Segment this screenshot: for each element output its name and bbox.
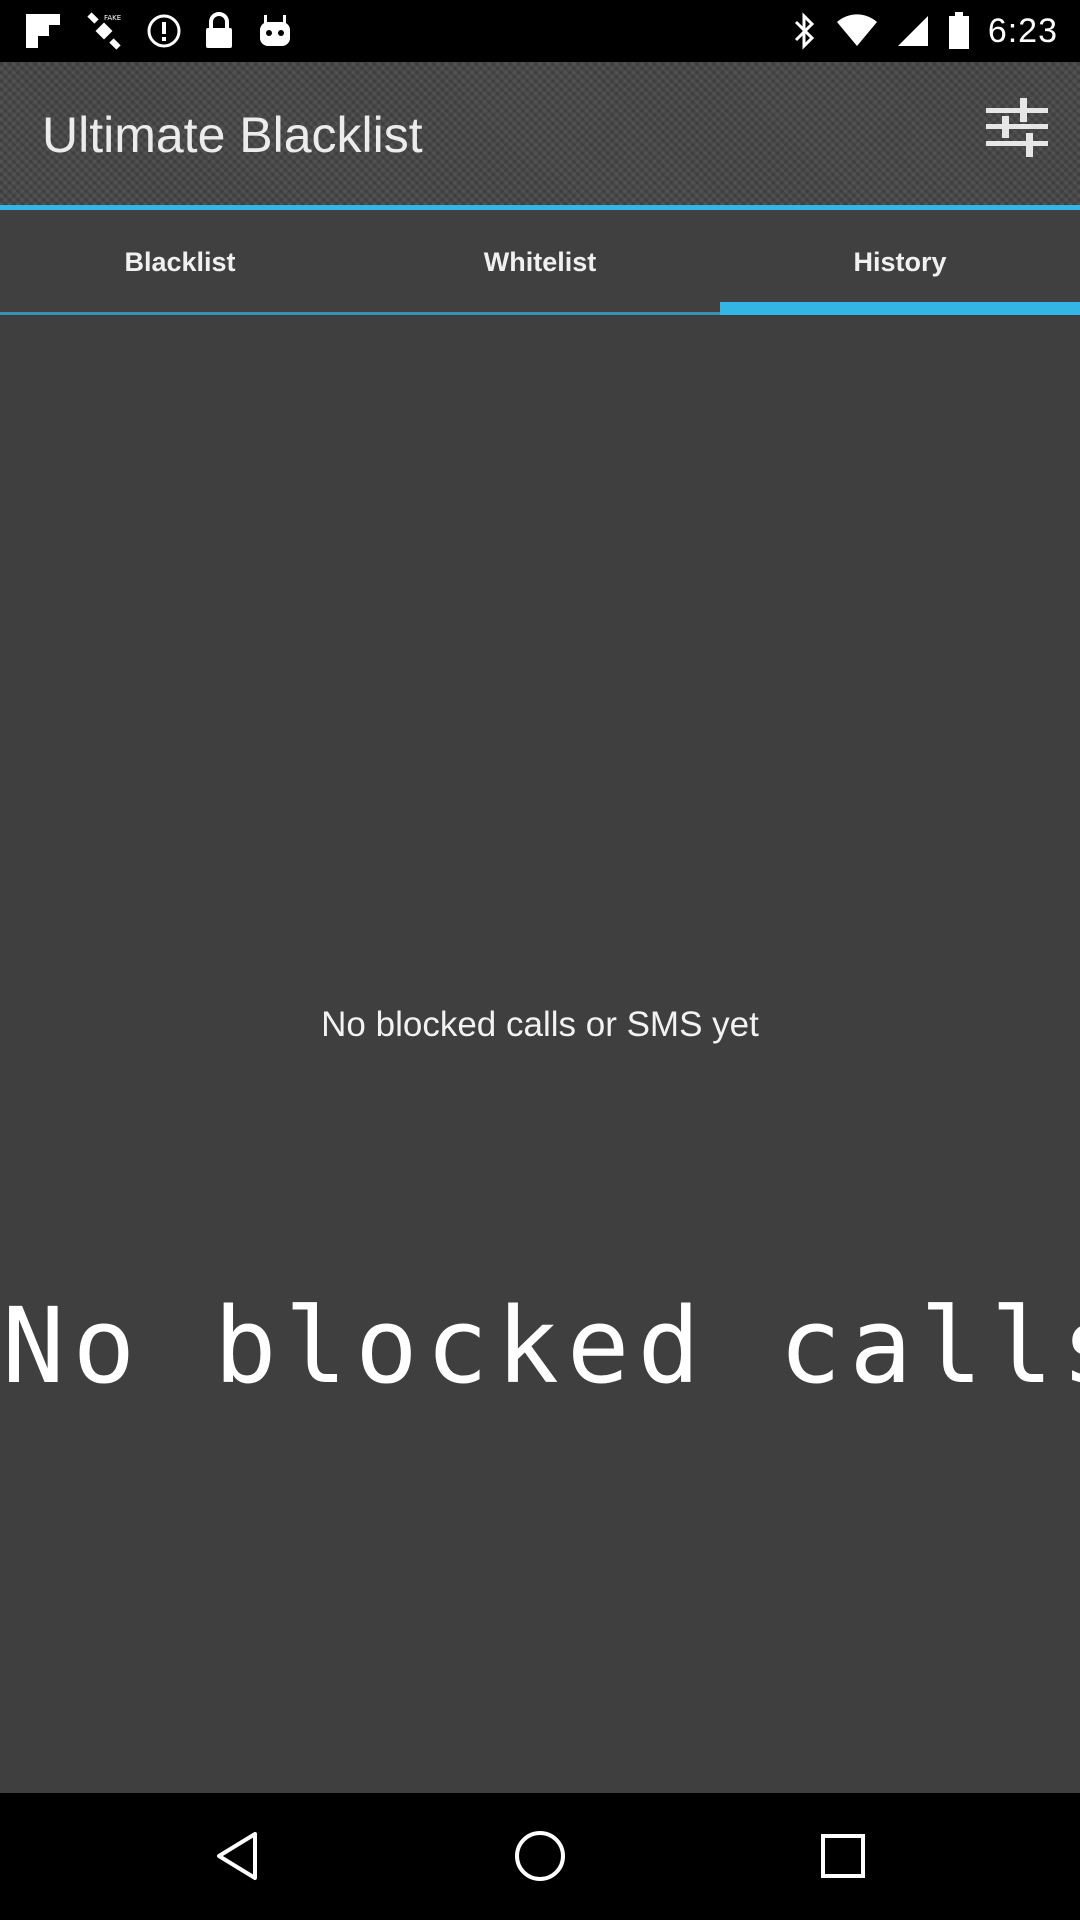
android-icon <box>256 12 294 50</box>
tab-whitelist[interactable]: Whitelist <box>360 210 720 315</box>
recents-button[interactable] <box>808 1823 878 1893</box>
home-button[interactable] <box>505 1823 575 1893</box>
empty-state-message: No blocked calls or SMS yet <box>321 1005 759 1044</box>
signal-icon <box>896 14 930 48</box>
lock-icon <box>204 12 234 50</box>
tab-bar: Blacklist Whitelist History <box>0 210 1080 315</box>
home-icon <box>513 1829 567 1888</box>
settings-button[interactable] <box>980 92 1054 166</box>
action-bar: Ultimate Blacklist <box>0 62 1080 205</box>
history-content: No blocked calls or SMS yet No blocked c… <box>0 315 1080 1793</box>
status-bar: FAKE 6:23 <box>0 0 1080 62</box>
tab-label: Whitelist <box>483 247 597 277</box>
flipboard-icon <box>24 12 62 50</box>
back-icon <box>213 1830 261 1887</box>
large-empty-state-message: No blocked calls or SM <box>2 1285 1080 1407</box>
tab-blacklist[interactable]: Blacklist <box>0 210 360 315</box>
tab-label: History <box>853 247 947 277</box>
fake-gps-icon: FAKE <box>84 11 124 51</box>
navigation-bar <box>0 1793 1080 1920</box>
app-title: Ultimate Blacklist <box>42 107 423 163</box>
sliders-icon <box>984 94 1050 165</box>
back-button[interactable] <box>202 1823 272 1893</box>
tab-label: Blacklist <box>124 247 236 277</box>
battery-icon <box>948 12 970 50</box>
tab-history[interactable]: History <box>720 210 1080 315</box>
clock: 6:23 <box>987 11 1058 50</box>
bluetooth-icon <box>792 12 818 50</box>
svg-text:FAKE: FAKE <box>104 14 121 22</box>
info-icon <box>146 13 182 49</box>
wifi-icon <box>836 14 878 48</box>
recents-icon <box>819 1832 867 1885</box>
